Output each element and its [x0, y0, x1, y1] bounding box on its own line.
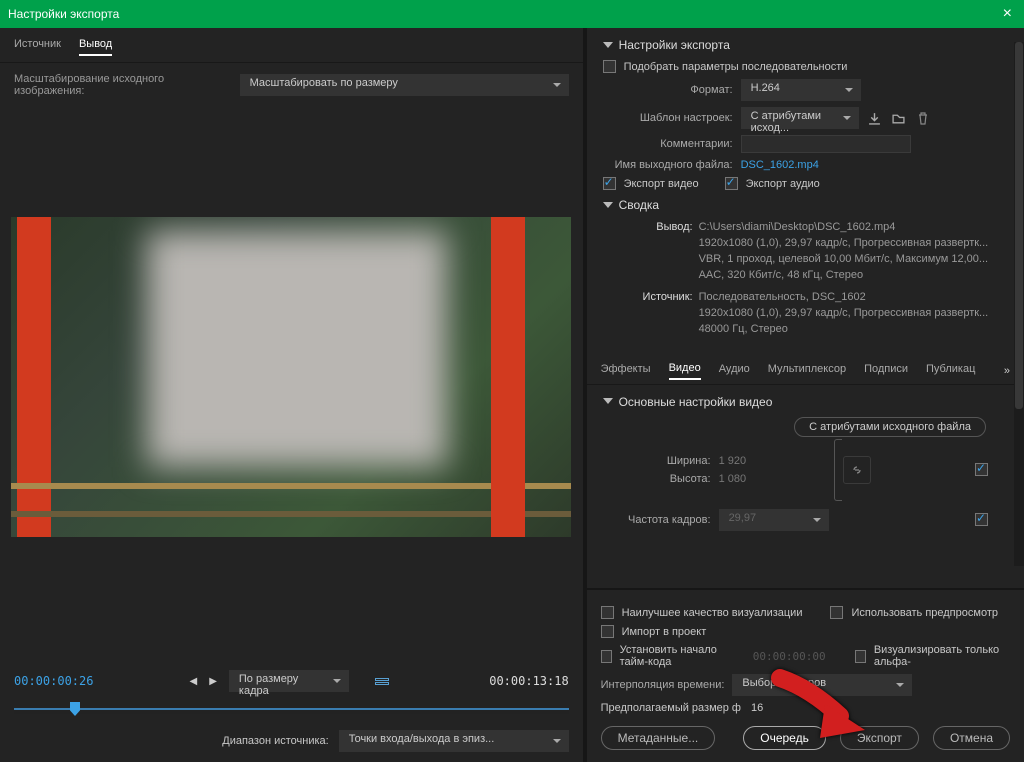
- timeline[interactable]: [14, 708, 569, 714]
- export-settings-header[interactable]: Настройки экспорта: [603, 38, 1008, 52]
- scrollbar[interactable]: [1014, 42, 1024, 566]
- scaling-label: Масштабирование исходного изображения:: [14, 73, 230, 97]
- export-audio-checkbox[interactable]: [725, 177, 738, 190]
- source-range-label: Диапазон источника:: [222, 735, 328, 747]
- match-sequence-label: Подобрать параметры последовательности: [624, 61, 848, 73]
- format-label: Формат:: [603, 84, 733, 96]
- fps-label: Частота кадров:: [603, 514, 711, 526]
- tab-source[interactable]: Источник: [14, 38, 61, 56]
- chevron-down-icon: [603, 398, 613, 409]
- summary-output: Вывод:C:\Users\diami\Desktop\DSC_1602.mp…: [633, 220, 1008, 284]
- max-quality-label: Наилучшее качество визуализации: [622, 607, 803, 619]
- set-start-tc-checkbox[interactable]: [601, 650, 612, 663]
- import-preset-icon[interactable]: [891, 110, 907, 126]
- preview-image: [11, 217, 571, 537]
- tab-audio[interactable]: Аудио: [719, 363, 750, 379]
- tabs-overflow-icon[interactable]: »: [1004, 365, 1010, 377]
- step-back-icon[interactable]: ◀: [189, 676, 197, 687]
- tab-output[interactable]: Вывод: [79, 38, 112, 56]
- tab-captions[interactable]: Подписи: [864, 363, 908, 379]
- cancel-button[interactable]: Отмена: [933, 726, 1010, 750]
- tab-effects[interactable]: Эффекты: [601, 363, 651, 379]
- close-icon[interactable]: ×: [999, 5, 1016, 23]
- start-tc-value: 00:00:00:00: [753, 650, 826, 663]
- tab-multiplexer[interactable]: Мультиплексор: [768, 363, 846, 379]
- summary-header[interactable]: Сводка: [603, 198, 1008, 212]
- timecode-duration: 00:00:13:18: [489, 674, 568, 688]
- preset-dropdown[interactable]: С атрибутами исход...: [741, 107, 859, 129]
- comment-label: Комментарии:: [603, 138, 733, 150]
- safe-margins-icon[interactable]: [375, 678, 389, 685]
- queue-button[interactable]: Очередь: [743, 726, 826, 750]
- output-name-label: Имя выходного файла:: [603, 159, 733, 171]
- use-previews-checkbox[interactable]: [830, 606, 843, 619]
- timecode-current[interactable]: 00:00:00:26: [14, 674, 93, 688]
- preset-label: Шаблон настроек:: [603, 112, 733, 124]
- width-value: 1 920: [719, 455, 747, 467]
- fps-dropdown[interactable]: 29,97: [719, 509, 829, 531]
- import-project-checkbox[interactable]: [601, 625, 614, 638]
- time-interp-label: Интерполяция времени:: [601, 679, 725, 691]
- height-value: 1 080: [719, 473, 747, 485]
- dimensions-match-checkbox[interactable]: [975, 463, 988, 476]
- render-alpha-checkbox[interactable]: [855, 650, 866, 663]
- chevron-down-icon: [603, 42, 613, 53]
- fps-match-checkbox[interactable]: [975, 513, 988, 526]
- summary-source: Источник:Последовательность, DSC_1602 19…: [633, 290, 1008, 338]
- titlebar: Настройки экспорта ×: [0, 0, 1024, 28]
- export-button[interactable]: Экспорт: [840, 726, 919, 750]
- window-title: Настройки экспорта: [8, 7, 119, 21]
- match-sequence-checkbox[interactable]: [603, 60, 616, 73]
- render-alpha-label: Визуализировать только альфа-: [874, 644, 1010, 668]
- delete-preset-icon[interactable]: [915, 110, 931, 126]
- tab-publish[interactable]: Публикац: [926, 363, 975, 379]
- match-source-button[interactable]: С атрибутами исходного файла: [794, 417, 986, 437]
- metadata-button[interactable]: Метаданные...: [601, 726, 716, 750]
- export-video-checkbox[interactable]: [603, 177, 616, 190]
- settings-pane: Настройки экспорта Подобрать параметры п…: [587, 28, 1024, 762]
- set-start-tc-label: Установить начало тайм-кода: [620, 644, 745, 668]
- estimate-value: 16: [751, 702, 763, 714]
- use-previews-label: Использовать предпросмотр: [851, 607, 998, 619]
- output-name-link[interactable]: DSC_1602.mp4: [741, 159, 819, 171]
- playhead-icon[interactable]: [70, 702, 80, 716]
- tab-video[interactable]: Видео: [669, 362, 701, 380]
- comment-input[interactable]: [741, 135, 911, 153]
- time-interp-dropdown[interactable]: Выборка кадров: [732, 674, 912, 696]
- scaling-dropdown[interactable]: Масштабировать по размеру: [240, 74, 569, 96]
- export-audio-label: Экспорт аудио: [746, 178, 820, 190]
- preview-pane: Источник Вывод Масштабирование исходного…: [0, 28, 583, 762]
- format-dropdown[interactable]: H.264: [741, 79, 861, 101]
- import-project-label: Импорт в проект: [622, 626, 707, 638]
- source-range-dropdown[interactable]: Точки входа/выхода в эпиз...: [339, 730, 569, 752]
- video-basic-header[interactable]: Основные настройки видео: [603, 395, 1008, 409]
- width-label: Ширина:: [603, 455, 711, 467]
- export-video-label: Экспорт видео: [624, 178, 699, 190]
- download-preset-icon[interactable]: [867, 110, 883, 126]
- link-dimensions-icon[interactable]: [843, 456, 871, 484]
- preview-fit-dropdown[interactable]: По размеру кадра: [229, 670, 349, 692]
- height-label: Высота:: [603, 473, 711, 485]
- chevron-down-icon: [603, 202, 613, 213]
- play-icon[interactable]: ▶: [209, 676, 217, 687]
- max-quality-checkbox[interactable]: [601, 606, 614, 619]
- estimate-label: Предполагаемый размер ф: [601, 702, 741, 714]
